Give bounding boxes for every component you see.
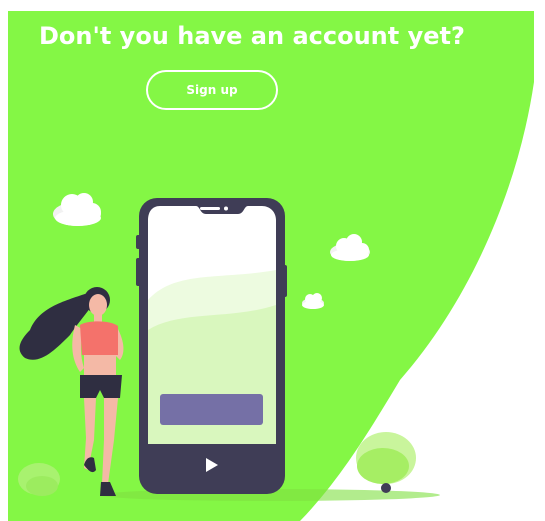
- bush-right: [356, 432, 416, 493]
- cloud-icon: [53, 193, 101, 226]
- bush-left: [18, 463, 60, 496]
- cloud-icon: [302, 293, 324, 309]
- screen-button: [160, 394, 263, 425]
- cloud-icon: [330, 234, 370, 261]
- signup-panel: Don't you have an account yet? Sign up: [0, 0, 545, 521]
- phone-illustration: [136, 198, 287, 494]
- phone-runner-illustration: [18, 193, 440, 501]
